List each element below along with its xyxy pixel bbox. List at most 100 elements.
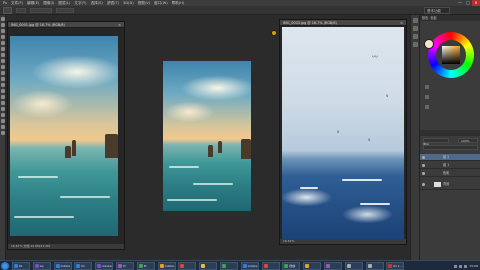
app-icon <box>263 264 268 268</box>
taskbar-button[interactable]: Ae <box>32 262 51 270</box>
option-field[interactable] <box>16 8 26 13</box>
eyedropper-tool-icon[interactable] <box>0 47 5 51</box>
taskbar-button[interactable]: Ps 1 ... <box>386 262 405 270</box>
taskbar-button[interactable]: Ps <box>74 262 93 270</box>
gradient-tool-icon[interactable] <box>0 83 5 87</box>
taskbar-button-label: Adobe Pr... <box>102 264 112 268</box>
hand-tool-icon[interactable] <box>0 125 5 129</box>
foreground-color-swatch[interactable] <box>424 39 434 49</box>
blend-mode-select[interactable] <box>423 138 449 143</box>
blur-tool-icon[interactable] <box>0 89 5 93</box>
saturation-brightness-square[interactable] <box>442 46 460 64</box>
history-brush-icon[interactable] <box>0 71 5 75</box>
app-icon <box>138 264 143 268</box>
shape-tool-icon[interactable] <box>0 119 5 123</box>
move-tool-icon[interactable] <box>0 17 5 21</box>
layer-row[interactable]: 组 1 <box>420 162 480 169</box>
taskbar-button[interactable]: Ps <box>12 262 30 270</box>
input-method-icon[interactable] <box>464 264 468 268</box>
dodge-tool-icon[interactable] <box>0 95 5 99</box>
type-tool-icon[interactable] <box>0 107 5 111</box>
seascape-image: 〰 v v v <box>282 27 404 240</box>
eye-icon[interactable] <box>422 172 425 175</box>
eye-icon[interactable] <box>422 164 425 167</box>
tab-swatches[interactable]: 色板 <box>430 15 436 21</box>
layer-filter-bar[interactable] <box>423 145 478 150</box>
wave-crest <box>193 183 233 185</box>
taskbar-button[interactable] <box>220 262 238 270</box>
taskbar-button[interactable]: Pr <box>116 262 134 270</box>
document-tab[interactable]: IMG_0003.jpg @ 16.7% (RGB/8) × <box>280 20 406 26</box>
crop-tool-icon[interactable] <box>0 41 5 45</box>
lasso-tool-icon[interactable] <box>0 29 5 33</box>
properties-panel-icon[interactable] <box>412 26 418 31</box>
marquee-tool-icon[interactable] <box>0 23 5 27</box>
app-icon <box>118 264 122 268</box>
tool-preset-picker[interactable] <box>3 7 12 14</box>
app-icon <box>97 264 102 268</box>
option-field[interactable] <box>30 8 52 13</box>
path-select-tool-icon[interactable] <box>0 113 5 117</box>
app-icon <box>34 264 39 268</box>
seagull-icon: v <box>386 93 389 98</box>
paragraph-panel-icon[interactable] <box>412 34 418 39</box>
app-icon <box>346 264 351 268</box>
network-icon[interactable] <box>454 264 458 268</box>
taskbar-button-label: Adobe... <box>164 264 176 268</box>
taskbar-button[interactable]: Adobe Pr... <box>95 262 114 270</box>
eraser-tool-icon[interactable] <box>0 77 5 81</box>
tab-color[interactable]: 颜色 <box>422 15 428 21</box>
workspace-switcher[interactable]: 基本功能 <box>424 7 450 14</box>
panel-option-icon[interactable] <box>425 95 429 99</box>
option-field[interactable] <box>56 8 74 13</box>
app-icon <box>242 264 247 268</box>
brush-tool-icon[interactable] <box>0 59 5 63</box>
document-window-3[interactable]: IMG_0003.jpg @ 16.7% (RGB/8) × 〰 v v v 1… <box>279 19 407 245</box>
close-icon[interactable]: × <box>400 20 403 25</box>
clock[interactable]: 15:08 <box>469 264 478 268</box>
layer-row[interactable]: 色彩 <box>420 170 480 177</box>
zoom-tool-icon[interactable] <box>0 131 5 135</box>
eye-icon[interactable] <box>422 183 425 186</box>
character-panel-icon[interactable] <box>412 42 418 47</box>
eye-icon[interactable] <box>422 156 425 159</box>
volume-icon[interactable] <box>459 264 463 268</box>
taskbar-button[interactable] <box>303 262 322 270</box>
taskbar-button[interactable] <box>324 262 342 270</box>
taskbar-button[interactable] <box>365 262 384 270</box>
taskbar-button[interactable] <box>199 262 218 270</box>
layer-row[interactable]: 组 2 <box>420 154 480 161</box>
taskbar-button-label: Ps 1 ... <box>393 264 404 268</box>
rock-stack <box>208 145 213 157</box>
quick-select-tool-icon[interactable] <box>0 35 5 39</box>
taskbar-button[interactable] <box>178 262 197 270</box>
taskbar-button[interactable]: Adobe... <box>157 262 176 270</box>
taskbar-button[interactable] <box>344 262 363 270</box>
taskbar-button[interactable]: Adobe Ps... <box>53 262 72 270</box>
panel-option-icon[interactable] <box>425 105 429 109</box>
app-icon <box>222 264 226 268</box>
close-icon[interactable]: × <box>118 22 121 27</box>
start-button[interactable] <box>1 262 9 270</box>
pen-tool-icon[interactable] <box>0 101 5 105</box>
document-window-1[interactable]: IMG_0001.jpg @ 16.7% (RGB/8) × 16.67% 文档… <box>7 21 125 250</box>
opacity-field[interactable]: 100% <box>458 138 478 143</box>
app-icon <box>159 264 164 268</box>
document-window-2[interactable] <box>163 61 251 211</box>
taskbar-button[interactable]: Pr <box>136 262 155 270</box>
stamp-tool-icon[interactable] <box>0 65 5 69</box>
taskbar-button[interactable]: 微信 <box>282 262 301 270</box>
app-icon <box>305 264 310 268</box>
layer-row[interactable]: 背景 <box>420 181 480 190</box>
taskbar-button[interactable]: Adobe P... <box>240 262 259 270</box>
history-panel-icon[interactable] <box>412 18 418 23</box>
right-panel-dock: 颜色 色板 图层 100% 组 2 组 1 色彩 背景 <box>419 15 480 260</box>
healing-tool-icon[interactable] <box>0 53 5 57</box>
taskbar-button-label: Adobe P... <box>247 264 258 268</box>
document-tab[interactable]: IMG_0001.jpg @ 16.7% (RGB/8) × <box>8 22 124 28</box>
document-title: IMG_0001.jpg @ 16.7% (RGB/8) <box>11 23 65 27</box>
taskbar-button[interactable] <box>261 262 280 270</box>
app-icon <box>201 264 206 268</box>
taskbar-button-label: Pr <box>123 264 126 268</box>
panel-option-icon[interactable] <box>425 85 429 89</box>
